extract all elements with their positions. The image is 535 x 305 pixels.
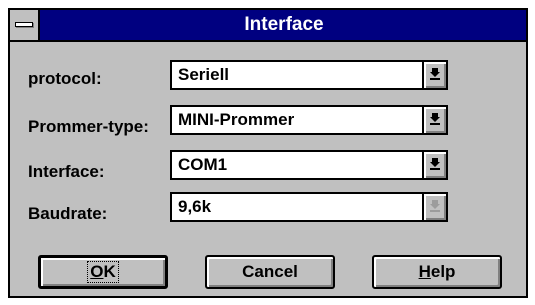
prommer-type-select[interactable]: MINI-Prommer [170, 105, 448, 135]
protocol-label: protocol: [28, 69, 102, 88]
help-button[interactable]: Help [372, 255, 502, 289]
baudrate-dropdown-button[interactable] [422, 194, 446, 220]
interface-value: COM1 [178, 155, 228, 174]
system-menu-button[interactable] [10, 10, 40, 40]
prommer-type-dropdown-button[interactable] [422, 107, 446, 133]
cancel-button[interactable]: Cancel [205, 255, 335, 289]
help-label-rest: elp [430, 262, 456, 281]
prommer-type-label: Prommer-type: [28, 117, 149, 136]
protocol-value: Seriell [178, 65, 230, 84]
dropdown-arrow-icon [430, 200, 440, 212]
ok-mnemonic: O [90, 262, 104, 281]
interface-select[interactable]: COM1 [170, 150, 448, 180]
dropdown-arrow-icon [430, 68, 440, 80]
baudrate-select[interactable]: 9,6k [170, 192, 448, 222]
system-menu-icon [15, 22, 33, 27]
dropdown-arrow-icon [430, 113, 440, 125]
ok-button[interactable]: OK [38, 255, 168, 289]
interface-dialog: Interface protocol: Seriell Prommer-type… [8, 8, 528, 298]
cancel-label: Cancel [242, 262, 298, 281]
baudrate-label: Baudrate: [28, 204, 108, 223]
baudrate-value: 9,6k [178, 197, 212, 216]
dropdown-arrow-icon [430, 158, 440, 170]
interface-label: Interface: [28, 162, 105, 181]
help-mnemonic: H [418, 262, 431, 281]
ok-focus-rect: OK [87, 261, 119, 283]
title-bar: Interface [10, 10, 526, 42]
prommer-type-value: MINI-Prommer [178, 110, 295, 129]
ok-label-rest: K [103, 262, 116, 281]
window-title: Interface [244, 14, 324, 35]
protocol-select[interactable]: Seriell [170, 60, 448, 90]
protocol-dropdown-button[interactable] [422, 62, 446, 88]
interface-dropdown-button[interactable] [422, 152, 446, 178]
